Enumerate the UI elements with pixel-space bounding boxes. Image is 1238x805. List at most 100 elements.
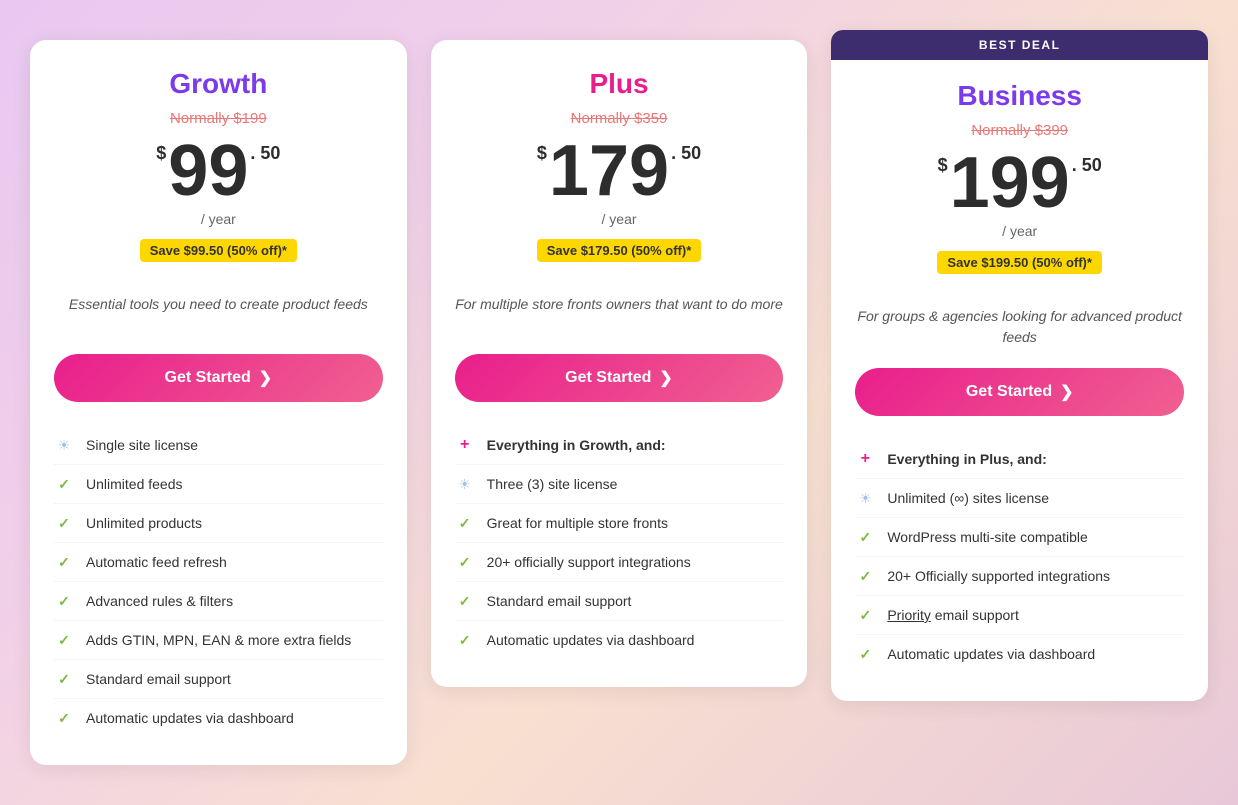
get-started-button-plus[interactable]: Get Started ❯ (455, 354, 784, 402)
feature-text: Automatic updates via dashboard (487, 632, 695, 648)
feature-list-growth: ☀ Single site license ✓ Unlimited feeds … (54, 426, 383, 737)
price-row-plus: $ 179 . 50 (455, 135, 784, 207)
feature-text: Unlimited (∞) sites license (887, 490, 1049, 506)
check-icon: ✓ (54, 591, 74, 611)
feature-item: ✓ Priority email support (855, 596, 1184, 635)
feature-text: Advanced rules & filters (86, 593, 233, 609)
feature-text: Great for multiple store fronts (487, 515, 668, 531)
feature-text: Standard email support (487, 593, 632, 609)
check-icon: ✓ (54, 552, 74, 572)
check-icon: ✓ (855, 605, 875, 625)
feature-text: Three (3) site license (487, 476, 618, 492)
get-started-button-business[interactable]: Get Started ❯ (855, 368, 1184, 416)
save-badge-growth: Save $99.50 (50% off)* (140, 239, 297, 262)
chevron-right-icon: ❯ (659, 368, 672, 388)
feature-item: ✓ Unlimited products (54, 504, 383, 543)
feature-text: Automatic updates via dashboard (887, 646, 1095, 662)
price-row-growth: $ 99 . 50 (54, 135, 383, 207)
save-row-growth: Save $99.50 (50% off)* (54, 239, 383, 278)
price-main-business: 199 (950, 147, 1070, 219)
check-icon: ✓ (54, 513, 74, 533)
check-icon: ✓ (54, 630, 74, 650)
plan-card-business: BEST DEALBusinessNormally $399 $ 199 . 5… (831, 30, 1208, 701)
feature-item: ✓ Standard email support (54, 660, 383, 699)
save-badge-plus: Save $179.50 (50% off)* (537, 239, 702, 262)
price-dollar-plus: $ (537, 143, 547, 164)
check-icon: ✓ (54, 708, 74, 728)
feature-list-business: + Everything in Plus, and: ☀ Unlimited (… (855, 440, 1184, 673)
globe-icon: ☀ (455, 474, 475, 494)
feature-text: WordPress multi-site compatible (887, 529, 1087, 545)
feature-text: Everything in Growth, and: (487, 437, 666, 453)
feature-item: ✓ Great for multiple store fronts (455, 504, 784, 543)
save-row-plus: Save $179.50 (50% off)* (455, 239, 784, 278)
plan-title-plus: Plus (455, 68, 784, 100)
check-icon: ✓ (855, 527, 875, 547)
feature-text: Priority email support (887, 607, 1019, 623)
check-icon: ✓ (855, 644, 875, 664)
price-main-plus: 179 (549, 135, 669, 207)
feature-item: ☀ Single site license (54, 426, 383, 465)
plan-card-growth: Growth Normally $199 $ 99 . 50 / year Sav… (30, 40, 407, 765)
price-period-business: / year (855, 223, 1184, 239)
feature-item: ✓ WordPress multi-site compatible (855, 518, 1184, 557)
save-badge-business: Save $199.50 (50% off)* (937, 251, 1102, 274)
price-dollar-business: $ (938, 155, 948, 176)
chevron-right-icon: ❯ (259, 368, 272, 388)
feature-text: 20+ Officially supported integrations (887, 568, 1110, 584)
price-cents-plus: . 50 (671, 143, 701, 164)
check-icon: ✓ (455, 591, 475, 611)
feature-text: Unlimited products (86, 515, 202, 531)
plus-icon: + (455, 435, 475, 455)
price-row-business: $ 199 . 50 (855, 147, 1184, 219)
price-period-growth: / year (54, 211, 383, 227)
price-cents-growth: . 50 (250, 143, 280, 164)
price-cents-business: . 50 (1072, 155, 1102, 176)
feature-item: ✓ Unlimited feeds (54, 465, 383, 504)
get-started-button-growth[interactable]: Get Started ❯ (54, 354, 383, 402)
feature-text: 20+ officially support integrations (487, 554, 691, 570)
globe-icon: ☀ (855, 488, 875, 508)
feature-item: ☀ Three (3) site license (455, 465, 784, 504)
plan-description-growth: Essential tools you need to create produ… (54, 294, 383, 334)
chevron-right-icon: ❯ (1060, 382, 1073, 402)
best-deal-banner: BEST DEAL (831, 30, 1208, 60)
check-icon: ✓ (54, 474, 74, 494)
price-period-plus: / year (455, 211, 784, 227)
feature-text: Adds GTIN, MPN, EAN & more extra fields (86, 632, 351, 648)
feature-item: + Everything in Growth, and: (455, 426, 784, 465)
feature-text: Automatic feed refresh (86, 554, 227, 570)
feature-item: ✓ Automatic feed refresh (54, 543, 383, 582)
feature-item: ✓ 20+ officially support integrations (455, 543, 784, 582)
price-dollar-growth: $ (156, 143, 166, 164)
feature-item: ☀ Unlimited (∞) sites license (855, 479, 1184, 518)
feature-text: Standard email support (86, 671, 231, 687)
feature-item: ✓ 20+ Officially supported integrations (855, 557, 1184, 596)
underline-text: Priority (887, 607, 931, 623)
feature-text: Everything in Plus, and: (887, 451, 1046, 467)
plan-description-plus: For multiple store fronts owners that wa… (455, 294, 784, 334)
plan-title-business: Business (855, 80, 1184, 112)
feature-item: ✓ Advanced rules & filters (54, 582, 383, 621)
pricing-container: Growth Normally $199 $ 99 . 50 / year Sav… (20, 20, 1218, 785)
feature-list-plus: + Everything in Growth, and: ☀ Three (3)… (455, 426, 784, 659)
original-price-growth: Normally $199 (54, 110, 383, 127)
feature-text: Automatic updates via dashboard (86, 710, 294, 726)
plan-card-plus: PlusNormally $359 $ 179 . 50 / year Save… (431, 40, 808, 687)
feature-item: ✓ Adds GTIN, MPN, EAN & more extra field… (54, 621, 383, 660)
check-icon: ✓ (54, 669, 74, 689)
check-icon: ✓ (455, 630, 475, 650)
feature-item: ✓ Automatic updates via dashboard (455, 621, 784, 659)
check-icon: ✓ (455, 552, 475, 572)
check-icon: ✓ (455, 513, 475, 533)
plan-description-business: For groups & agencies looking for advanc… (855, 306, 1184, 348)
plus-icon: + (855, 449, 875, 469)
feature-text: Single site license (86, 437, 198, 453)
price-main-growth: 99 (168, 135, 248, 207)
feature-item: ✓ Standard email support (455, 582, 784, 621)
plan-title-growth: Growth (54, 68, 383, 100)
check-icon: ✓ (855, 566, 875, 586)
feature-item: + Everything in Plus, and: (855, 440, 1184, 479)
feature-text: Unlimited feeds (86, 476, 183, 492)
globe-icon: ☀ (54, 435, 74, 455)
